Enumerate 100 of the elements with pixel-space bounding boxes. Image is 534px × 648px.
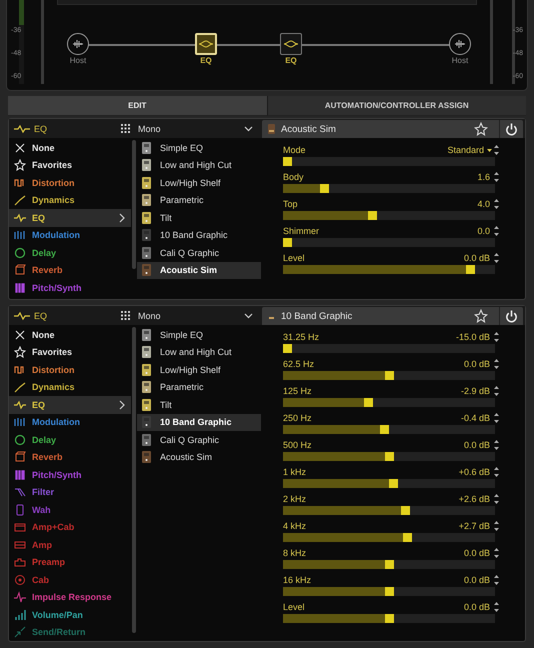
param-slider[interactable] (283, 184, 495, 193)
stepper-icon[interactable] (494, 413, 499, 423)
stepper-icon[interactable] (494, 521, 499, 531)
stepper-icon[interactable] (494, 440, 499, 450)
tab[interactable]: AUTOMATION/CONTROLLER ASSIGN (266, 96, 526, 116)
param-slider[interactable] (283, 157, 495, 166)
model-item[interactable]: Tilt (137, 209, 261, 226)
model-item[interactable]: 10 Band Graphic (137, 226, 261, 244)
category-item[interactable]: Volume/Pan (9, 606, 131, 624)
category-item[interactable]: Reverb (9, 262, 131, 279)
eq-block[interactable] (280, 33, 302, 55)
param-slider[interactable] (283, 425, 495, 434)
slider-thumb[interactable] (364, 398, 374, 407)
eq-curve-icon (14, 310, 30, 320)
param-slider[interactable] (283, 211, 495, 220)
chevron-icon (119, 212, 125, 223)
param-slider[interactable] (283, 560, 495, 569)
category-item[interactable]: Delay (9, 431, 131, 448)
stepper-icon[interactable] (494, 199, 499, 209)
pedal-icon (142, 176, 151, 189)
host-node[interactable] (67, 33, 89, 55)
stepper-icon[interactable] (494, 172, 499, 182)
model-item[interactable]: 10 Band Graphic (137, 414, 261, 431)
stepper-icon[interactable] (494, 359, 499, 369)
param-value: +2.6 dB (458, 494, 490, 504)
param-label: Shimmer (283, 226, 320, 236)
category-item[interactable]: Distortion (9, 174, 131, 192)
model-item[interactable]: Parametric (137, 378, 261, 396)
param-value: 1.6 (477, 172, 490, 182)
category-item[interactable]: Reverb (9, 448, 131, 466)
stepper-icon[interactable] (494, 332, 499, 342)
param-value: -15.0 dB (456, 332, 490, 342)
param-slider[interactable] (283, 506, 495, 515)
param-value: 0.0 dB (464, 575, 490, 585)
category-item[interactable]: Preamp (9, 554, 131, 571)
category-item[interactable]: Modulation (9, 414, 131, 431)
node-label: Host (70, 56, 86, 65)
grid-icon[interactable] (121, 311, 130, 320)
model-item[interactable]: Acoustic Sim (137, 262, 261, 279)
pedal-icon (142, 246, 151, 259)
model-item[interactable]: Simple EQ (137, 326, 261, 344)
param-slider[interactable] (283, 265, 495, 274)
pedal-icon (142, 328, 151, 341)
param-value: 0.0 dB (464, 440, 490, 450)
category-item[interactable]: None (9, 326, 131, 344)
model-item[interactable]: Cali Q Graphic (137, 431, 261, 448)
stepper-icon[interactable] (494, 494, 499, 504)
slider-thumb[interactable] (283, 157, 292, 166)
caret-icon (487, 148, 492, 152)
node-label: EQ (285, 56, 297, 65)
param-slider[interactable] (283, 479, 495, 488)
category-item[interactable]: Dynamics (9, 378, 131, 396)
param-slider[interactable] (283, 452, 495, 461)
category-item[interactable]: EQ (9, 209, 131, 226)
model-item[interactable]: Simple EQ (137, 139, 261, 156)
grid-icon[interactable] (121, 124, 130, 133)
category-item[interactable]: Delay (9, 244, 131, 262)
slider-thumb[interactable] (283, 344, 292, 353)
model-item[interactable]: Low/High Shelf (137, 361, 261, 378)
param-slider[interactable] (283, 398, 495, 407)
model-item[interactable]: Low and High Cut (137, 344, 261, 361)
slider-thumb[interactable] (380, 425, 390, 434)
category-item[interactable]: Modulation (9, 226, 131, 244)
stepper-icon[interactable] (494, 386, 499, 396)
stepper-icon[interactable] (494, 226, 499, 236)
category-item[interactable]: Favorites (9, 344, 131, 361)
param-slider[interactable] (283, 238, 495, 247)
stepper-icon[interactable] (494, 145, 499, 155)
category-item[interactable]: Dynamics (9, 192, 131, 209)
stepper-icon[interactable] (494, 575, 499, 585)
model-item[interactable]: Low/High Shelf (137, 174, 261, 192)
stepper-icon[interactable] (494, 548, 499, 558)
host-node[interactable] (449, 33, 471, 55)
category-item[interactable]: Distortion (9, 361, 131, 378)
param-slider[interactable] (283, 344, 495, 353)
category-item[interactable]: Impulse Response (9, 588, 131, 606)
model-item[interactable]: Acoustic Sim (137, 448, 261, 466)
model-item[interactable]: Tilt (137, 396, 261, 414)
star-icon (474, 309, 488, 323)
param-slider[interactable] (283, 371, 495, 380)
category-item[interactable]: Favorites (9, 156, 131, 174)
category-item[interactable]: None (9, 139, 131, 156)
stepper-icon[interactable] (494, 253, 499, 263)
category-item[interactable]: Filter (9, 484, 131, 501)
param-value: -0.4 dB (460, 413, 490, 423)
tab[interactable]: EDIT (8, 96, 266, 116)
category-item[interactable]: Pitch/Synth (9, 466, 131, 484)
model-item[interactable]: Cali Q Graphic (137, 244, 261, 262)
stepper-icon[interactable] (494, 467, 499, 477)
model-item[interactable]: Low and High Cut (137, 156, 261, 174)
category-item[interactable]: EQ (9, 396, 131, 414)
slider-thumb[interactable] (368, 211, 378, 220)
param-slider[interactable] (283, 614, 495, 623)
param-slider[interactable] (283, 533, 495, 542)
slider-thumb[interactable] (283, 238, 292, 247)
stepper-icon[interactable] (494, 602, 499, 612)
mode-dropdown[interactable]: Standard (447, 145, 492, 155)
param-slider[interactable] (283, 587, 495, 596)
model-item[interactable]: Parametric (137, 192, 261, 209)
category-item[interactable]: Pitch/Synth (9, 279, 131, 296)
